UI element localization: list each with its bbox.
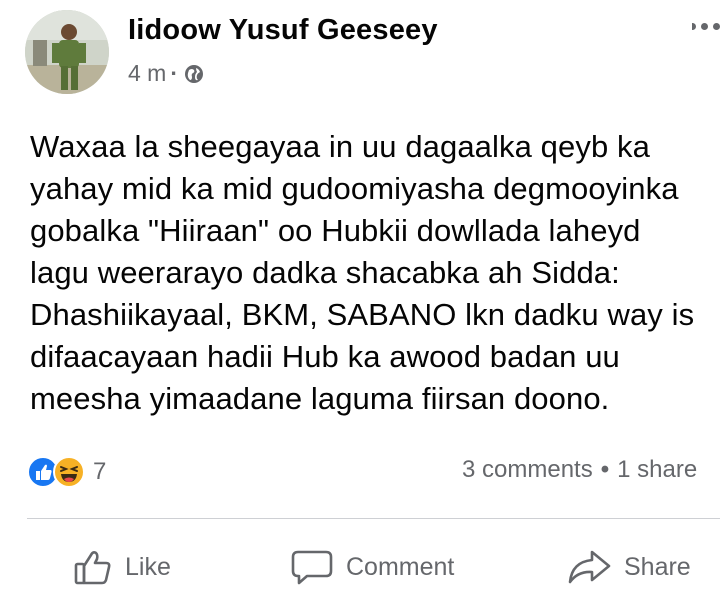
- like-label: Like: [125, 552, 171, 581]
- shares-count[interactable]: 1 share: [617, 456, 697, 483]
- author-name[interactable]: Iidoow Yusuf Geeseey: [128, 14, 438, 47]
- comment-icon: [291, 550, 333, 585]
- divider: [27, 518, 720, 519]
- share-label: Share: [624, 552, 691, 581]
- like-button[interactable]: Like: [73, 545, 171, 589]
- more-options-icon[interactable]: [692, 14, 720, 38]
- comments-count[interactable]: 3 comments: [462, 456, 593, 483]
- comment-button[interactable]: Comment: [290, 545, 454, 589]
- post-meta: 4 m ·: [128, 60, 204, 87]
- stats-separator: •: [600, 456, 610, 483]
- post-stats: 3 comments • 1 share: [462, 456, 697, 484]
- author-avatar[interactable]: [25, 10, 109, 94]
- more-dot: [692, 22, 696, 30]
- globe-icon[interactable]: [184, 64, 204, 84]
- share-button[interactable]: Share: [566, 545, 691, 589]
- post-text: Waxaa la sheegayaa in uu dagaalka qeyb k…: [30, 129, 695, 416]
- thumbs-up-icon: [74, 551, 111, 585]
- post-time[interactable]: 4 m: [128, 60, 166, 87]
- more-dot: [713, 22, 720, 30]
- more-dot: [701, 22, 708, 30]
- share-arrow-icon: [568, 550, 611, 584]
- haha-icon: [53, 456, 85, 488]
- avatar-photo: [25, 10, 109, 94]
- reactions-count: 7: [93, 458, 107, 485]
- meta-separator: ·: [170, 60, 179, 86]
- reactions-summary[interactable]: 7: [27, 455, 106, 489]
- comment-label: Comment: [346, 552, 455, 581]
